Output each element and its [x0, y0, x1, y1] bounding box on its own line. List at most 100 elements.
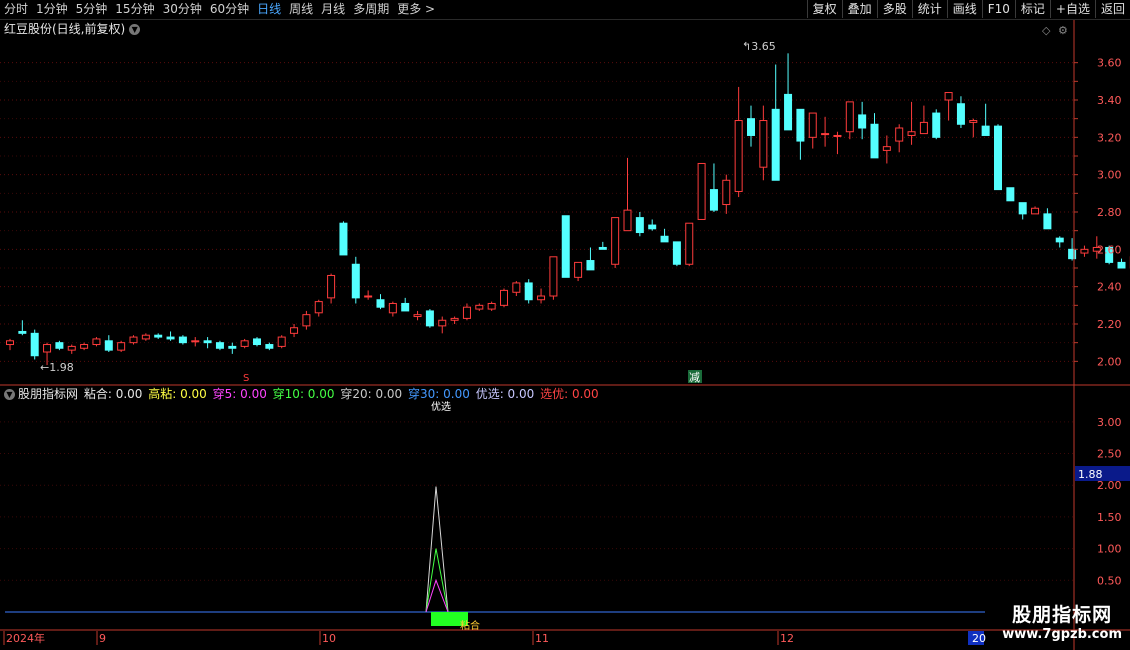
- candle: [191, 337, 200, 347]
- toolbar-button[interactable]: 统计: [911, 0, 947, 18]
- period-tabs: 分时 1分钟 5分钟 15分钟 30分钟 60分钟 日线 周线 月线 多周期 更多 >: [0, 0, 439, 19]
- candle-body: [882, 146, 891, 151]
- candle: [203, 337, 212, 349]
- candle-body: [450, 317, 459, 321]
- cursor-value: 1.88: [1078, 468, 1103, 481]
- candle-body: [512, 282, 521, 293]
- candle-body: [475, 304, 484, 310]
- candle: [67, 344, 76, 354]
- candle: [611, 217, 620, 268]
- toolbar-button[interactable]: 叠加: [841, 0, 877, 18]
- period-tab[interactable]: 1分钟: [32, 0, 72, 19]
- settings-icon: ⚙: [1058, 24, 1068, 37]
- indicator-value: 优选: 0.00: [471, 387, 535, 401]
- chevron-down-icon[interactable]: ▼: [4, 389, 15, 400]
- price-tick-label: 2.60: [1097, 243, 1122, 256]
- candle: [994, 124, 1002, 191]
- period-tab[interactable]: 多周期: [349, 0, 393, 19]
- candle-body: [586, 260, 595, 271]
- candle-body: [598, 246, 607, 250]
- candle: [487, 301, 496, 311]
- toolbar-button[interactable]: F10: [981, 0, 1015, 18]
- candle-body: [191, 340, 200, 343]
- candle: [1055, 236, 1064, 248]
- candle-body: [870, 123, 879, 159]
- candle: [697, 162, 706, 220]
- candle-body: [858, 114, 867, 129]
- period-tab[interactable]: 更多 >: [393, 0, 439, 19]
- candle-body: [771, 108, 780, 181]
- candle-body: [821, 133, 830, 136]
- candle-body: [500, 289, 508, 306]
- marker-jian: 减: [689, 371, 700, 384]
- candle-body: [1117, 261, 1126, 269]
- period-tab[interactable]: 周线: [285, 0, 317, 19]
- candle-body: [55, 342, 64, 349]
- toolbar-button[interactable]: 返回: [1094, 0, 1130, 18]
- period-tab[interactable]: 5分钟: [72, 0, 112, 19]
- candle-body: [685, 222, 694, 265]
- period-tab[interactable]: 分时: [0, 0, 32, 19]
- candle: [956, 96, 965, 128]
- candle: [771, 64, 780, 181]
- candle-body: [18, 330, 27, 334]
- candle: [401, 297, 410, 312]
- toolbar-button[interactable]: 多股: [876, 0, 912, 18]
- candle-body: [833, 134, 842, 137]
- candle: [388, 301, 397, 317]
- candle: [413, 310, 422, 321]
- stock-title[interactable]: 红豆股份(日线,前复权) ▼: [4, 21, 141, 37]
- candle-body: [919, 121, 928, 135]
- chevron-down-icon[interactable]: ▼: [129, 24, 141, 35]
- candle: [253, 337, 261, 347]
- candle: [277, 335, 286, 349]
- candle: [117, 340, 126, 352]
- marker-s: S: [243, 373, 249, 384]
- period-tab[interactable]: 30分钟: [159, 0, 206, 19]
- period-tab[interactable]: 日线: [253, 0, 285, 19]
- candle: [1018, 202, 1027, 220]
- candle: [1031, 206, 1040, 215]
- candle: [55, 340, 64, 351]
- period-tab[interactable]: 15分钟: [111, 0, 158, 19]
- period-tab[interactable]: 月线: [317, 0, 349, 19]
- candle: [882, 135, 891, 164]
- candle-body: [697, 162, 706, 220]
- candle: [660, 228, 669, 243]
- candle: [450, 316, 459, 324]
- toolbar-button[interactable]: 复权: [806, 0, 842, 18]
- price-tick-label: 3.00: [1097, 169, 1122, 182]
- candle-body: [302, 314, 311, 327]
- candle: [475, 303, 484, 311]
- candle: [438, 316, 447, 334]
- toolbar-button[interactable]: +自选: [1049, 0, 1095, 18]
- candle: [327, 273, 336, 304]
- period-tab[interactable]: 60分钟: [206, 0, 253, 19]
- candle: [364, 290, 373, 300]
- toolbar-button[interactable]: 标记: [1014, 0, 1050, 18]
- candle: [1080, 245, 1089, 257]
- function-buttons: 复权 叠加 多股 统计 画线 F10 标记 +自选 返回: [806, 0, 1130, 19]
- indicator-value: 选优: 0.00: [536, 387, 599, 401]
- candle-body: [413, 314, 422, 318]
- candle: [635, 212, 644, 237]
- candle-body: [981, 125, 990, 136]
- candle-body: [425, 310, 434, 327]
- stock-title-text: 红豆股份(日线,前复权): [4, 22, 126, 36]
- candle-body: [462, 306, 471, 319]
- candle-body: [240, 340, 249, 347]
- candle-body: [1043, 213, 1052, 230]
- candle-body: [327, 274, 336, 299]
- indicator-title-bar[interactable]: ▼ 股朋指标网 粘合: 0.00 高粘: 0.00 穿5: 0.00 穿10: 0…: [4, 387, 601, 401]
- candle: [870, 113, 879, 159]
- toolbar-button[interactable]: 画线: [946, 0, 982, 18]
- candle: [339, 221, 348, 256]
- price-tick-label: 3.40: [1097, 94, 1122, 107]
- indicator-tick-label: 1.00: [1097, 543, 1122, 556]
- time-label: 12: [780, 632, 794, 645]
- candle: [598, 241, 607, 250]
- diamond-icon: ◇: [1042, 24, 1051, 37]
- candle: [302, 310, 311, 330]
- candle-body: [141, 334, 150, 340]
- candle-body: [845, 101, 854, 133]
